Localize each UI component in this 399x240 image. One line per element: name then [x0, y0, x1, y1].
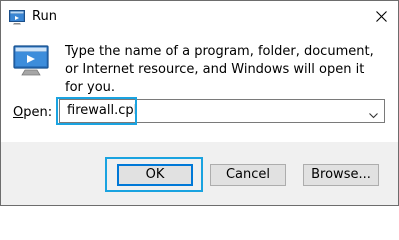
close-icon	[376, 11, 387, 22]
run-dialog: Run Type the name of a program, folder, …	[0, 0, 399, 206]
window-title: Run	[32, 9, 57, 24]
open-input[interactable]: firewall.cpl	[67, 103, 137, 119]
open-label: Open:	[13, 105, 53, 120]
dropdown-toggle[interactable]	[369, 108, 378, 123]
title-bar: Run	[1, 1, 398, 33]
run-app-icon-large	[13, 45, 49, 77]
chevron-down-icon	[369, 113, 378, 119]
open-label-accelerator: O	[13, 105, 24, 120]
ok-button[interactable]: OK	[117, 164, 193, 186]
browse-button[interactable]: Browse...	[303, 164, 379, 186]
button-bar: OK Cancel Browse...	[1, 142, 398, 205]
cancel-button[interactable]: Cancel	[210, 164, 286, 186]
run-app-icon	[9, 10, 25, 25]
close-button[interactable]	[366, 1, 398, 33]
open-combobox[interactable]: firewall.cpl	[59, 99, 385, 123]
dialog-description: Type the name of a program, folder, docu…	[65, 44, 374, 95]
